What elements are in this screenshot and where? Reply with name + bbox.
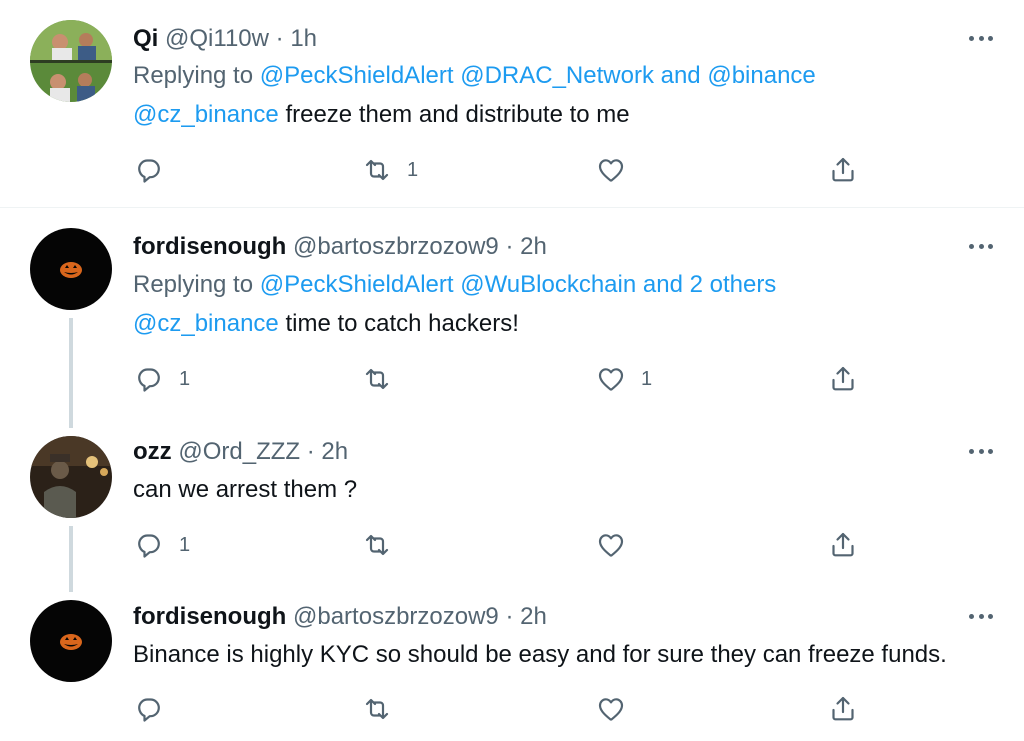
avatar-fordisenough[interactable] <box>30 600 112 682</box>
avatar-qi[interactable] <box>30 20 112 102</box>
like-button[interactable]: 1 <box>595 363 652 395</box>
tweet-actions: 1 <box>133 154 873 186</box>
separator-dot: · <box>306 438 315 465</box>
tweet-text: @cz_binance time to catch hackers! <box>133 309 519 339</box>
retweet-button[interactable] <box>361 693 407 725</box>
reply-icon <box>138 159 160 183</box>
separator-dot: · <box>275 25 284 52</box>
user-handle[interactable]: @bartoszbrzozow9 <box>293 233 499 260</box>
heart-icon <box>598 368 624 391</box>
separator-dot: · <box>505 603 514 630</box>
retweet-icon <box>365 698 389 720</box>
heart-icon <box>598 534 624 557</box>
share-icon <box>832 696 854 721</box>
tweet-text: @cz_binance freeze them and distribute t… <box>133 100 630 130</box>
tweet-header: Qi @Qi110w · 1h <box>133 24 317 54</box>
heart-icon <box>598 159 624 182</box>
tweet-body: time to catch hackers! <box>278 310 519 337</box>
reply-icon <box>138 534 160 558</box>
tweet-body: freeze them and distribute to me <box>278 101 630 128</box>
reply-count: 1 <box>179 534 191 556</box>
reply-button[interactable]: 1 <box>133 363 190 395</box>
mention-link[interactable]: @PeckShieldAlert <box>260 271 454 298</box>
others-link[interactable]: and 2 others <box>643 271 776 298</box>
share-button[interactable] <box>827 529 859 561</box>
display-name[interactable]: fordisenough <box>133 603 286 630</box>
share-icon <box>832 366 854 391</box>
timestamp[interactable]: 2h <box>520 233 547 260</box>
tweet-body: Binance is highly KYC so should be easy … <box>133 641 947 668</box>
tweet-body: can we arrest them ? <box>133 476 358 503</box>
replying-to: Replying to @PeckShieldAlert @WuBlockcha… <box>133 270 776 300</box>
more-icon[interactable] <box>966 28 996 48</box>
separator-dot: · <box>505 233 514 260</box>
avatar-ozz[interactable] <box>30 436 112 518</box>
reply-count: 1 <box>179 368 191 390</box>
retweet-button[interactable] <box>361 363 407 395</box>
user-handle[interactable]: @bartoszbrzozow9 <box>293 603 499 630</box>
replying-to: Replying to @PeckShieldAlert @DRAC_Netwo… <box>133 61 816 91</box>
share-icon <box>832 532 854 557</box>
tweet-1[interactable]: Qi @Qi110w · 1h Replying to @PeckShieldA… <box>0 0 1024 206</box>
like-button[interactable] <box>595 693 641 725</box>
more-icon[interactable] <box>966 606 996 626</box>
thread-line <box>69 318 73 428</box>
reply-icon <box>138 368 160 392</box>
display-name[interactable]: fordisenough <box>133 233 286 260</box>
like-button[interactable] <box>595 529 641 561</box>
more-icon[interactable] <box>966 236 996 256</box>
reply-button[interactable]: 1 <box>133 529 190 561</box>
retweet-button[interactable] <box>361 529 407 561</box>
tweet-header: fordisenough @bartoszbrzozow9 · 2h <box>133 232 547 262</box>
timestamp[interactable]: 1h <box>290 25 317 52</box>
timestamp[interactable]: 2h <box>321 438 348 465</box>
retweet-icon <box>365 159 389 181</box>
replying-label: Replying to <box>133 271 254 298</box>
share-button[interactable] <box>827 693 859 725</box>
timestamp[interactable]: 2h <box>520 603 547 630</box>
tweet-actions <box>133 693 873 725</box>
mention-link[interactable]: @PeckShieldAlert <box>260 62 454 89</box>
replying-and[interactable]: and <box>661 62 701 89</box>
mention-link[interactable]: @DRAC_Network <box>460 62 654 89</box>
replying-label: Replying to <box>133 62 254 89</box>
tweet-2[interactable]: fordisenough @bartoszbrzozow9 · 2h Reply… <box>0 208 1024 428</box>
reply-button[interactable] <box>133 154 179 186</box>
mention-link[interactable]: @cz_binance <box>133 101 279 128</box>
display-name[interactable]: Qi <box>133 25 158 52</box>
retweet-count: 1 <box>407 159 419 181</box>
tweet-actions: 1 <box>133 529 873 561</box>
tweet-text: Binance is highly KYC so should be easy … <box>133 640 947 670</box>
tweet-3[interactable]: ozz @Ord_ZZZ · 2h can we arrest them ? 1 <box>0 416 1024 592</box>
share-button[interactable] <box>827 363 859 395</box>
like-button[interactable] <box>595 154 641 186</box>
tweet-4[interactable]: fordisenough @bartoszbrzozow9 · 2h Binan… <box>0 580 1024 741</box>
reply-icon <box>138 698 160 722</box>
display-name[interactable]: ozz <box>133 438 172 465</box>
tweet-actions: 1 1 <box>133 363 873 395</box>
retweet-icon <box>365 534 389 556</box>
tweet-header: fordisenough @bartoszbrzozow9 · 2h <box>133 602 547 632</box>
share-icon <box>832 157 854 182</box>
mention-link[interactable]: @binance <box>707 62 815 89</box>
retweet-icon <box>365 368 389 390</box>
tweet-header: ozz @Ord_ZZZ · 2h <box>133 437 348 467</box>
avatar-fordisenough[interactable] <box>30 228 112 310</box>
reply-button[interactable] <box>133 693 179 725</box>
tweet-text: can we arrest them ? <box>133 475 357 505</box>
more-icon[interactable] <box>966 441 996 461</box>
user-handle[interactable]: @Qi110w <box>165 25 269 52</box>
heart-icon <box>598 698 624 721</box>
share-button[interactable] <box>827 154 859 186</box>
user-handle[interactable]: @Ord_ZZZ <box>178 438 300 465</box>
retweet-button[interactable]: 1 <box>361 154 418 186</box>
like-count: 1 <box>641 368 653 390</box>
mention-link[interactable]: @WuBlockchain <box>460 271 636 298</box>
mention-link[interactable]: @cz_binance <box>133 310 279 337</box>
